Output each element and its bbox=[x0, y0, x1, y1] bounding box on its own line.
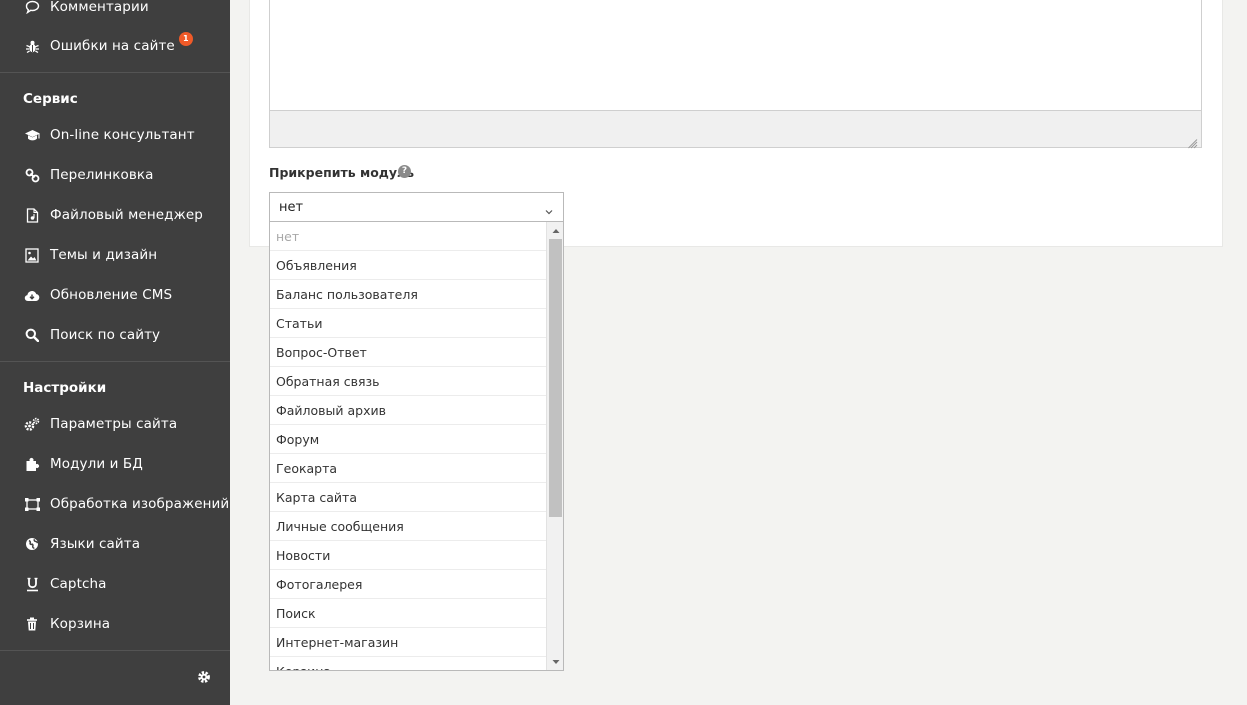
sidebar-item-label: Модули и БД bbox=[50, 456, 143, 472]
sidebar-item-label: Обновление CMS bbox=[50, 287, 173, 303]
dropdown-scrollbar[interactable] bbox=[546, 222, 563, 670]
dropdown-option[interactable]: Форум bbox=[270, 425, 547, 454]
chevron-down-icon bbox=[544, 202, 554, 215]
dropdown-option[interactable]: Поиск bbox=[270, 599, 547, 628]
link-icon bbox=[23, 167, 41, 183]
sidebar-item-site-search[interactable]: Поиск по сайту bbox=[0, 315, 230, 355]
dropdown-option[interactable]: Личные сообщения bbox=[270, 512, 547, 541]
cloud-download-icon bbox=[23, 287, 41, 303]
resize-handle-icon[interactable] bbox=[1188, 134, 1198, 149]
sidebar-item-label: Перелинковка bbox=[50, 167, 154, 183]
dropdown-option[interactable]: Карта сайта bbox=[270, 483, 547, 512]
sidebar-item-site-languages[interactable]: Языки сайта bbox=[0, 524, 230, 564]
section-title-settings: Настройки bbox=[23, 380, 107, 396]
sidebar-item-themes[interactable]: Темы и дизайн bbox=[0, 235, 230, 275]
sidebar-item-image-processing[interactable]: Обработка изображений bbox=[0, 484, 230, 524]
sidebar-item-label: Captcha bbox=[50, 576, 107, 592]
scrollbar-thumb[interactable] bbox=[549, 239, 562, 517]
sidebar-item-captcha[interactable]: Captcha bbox=[0, 564, 230, 604]
attach-module-label: Прикрепить модуль bbox=[269, 165, 415, 180]
dropdown-option[interactable]: Интернет-магазин bbox=[270, 628, 547, 657]
gears-icon bbox=[23, 416, 41, 432]
text-editor[interactable] bbox=[269, 0, 1202, 149]
sidebar-item-label: Поиск по сайту bbox=[50, 327, 161, 343]
search-icon bbox=[23, 327, 41, 343]
puzzle-icon bbox=[23, 456, 41, 472]
dropdown-option[interactable]: Геокарта bbox=[270, 454, 547, 483]
underline-icon bbox=[23, 576, 41, 592]
dropdown-option[interactable]: Файловый архив bbox=[270, 396, 547, 425]
graduation-cap-icon bbox=[23, 127, 41, 143]
dropdown-option[interactable]: Объявления bbox=[270, 251, 547, 280]
dropdown-option[interactable]: Корзина bbox=[270, 657, 547, 671]
scroll-up-arrow-icon[interactable] bbox=[547, 222, 563, 239]
sidebar: Комментарии Ошибки на сайте 1 Сервис On-… bbox=[0, 0, 230, 705]
sidebar-item-label: Ошибки на сайте bbox=[50, 38, 175, 54]
sidebar-item-label: Параметры сайта bbox=[50, 416, 178, 432]
comment-icon bbox=[23, 0, 41, 15]
sidebar-item-linking[interactable]: Перелинковка bbox=[0, 155, 230, 195]
sidebar-item-modules-db[interactable]: Модули и БД bbox=[0, 444, 230, 484]
dropdown-option[interactable]: Вопрос-Ответ bbox=[270, 338, 547, 367]
dropdown-option[interactable]: Фотогалерея bbox=[270, 570, 547, 599]
sidebar-item-comments[interactable]: Комментарии bbox=[0, 0, 230, 27]
bug-icon bbox=[23, 38, 41, 54]
sidebar-item-site-parameters[interactable]: Параметры сайта bbox=[0, 404, 230, 444]
sidebar-item-label: Обработка изображений bbox=[50, 496, 230, 512]
dropdown-option[interactable]: Баланс пользователя bbox=[270, 280, 547, 309]
sidebar-divider bbox=[0, 361, 230, 362]
section-title-service: Сервис bbox=[23, 91, 78, 107]
crop-icon bbox=[23, 496, 41, 512]
dropdown-option[interactable]: Новости bbox=[270, 541, 547, 570]
sidebar-item-site-errors[interactable]: Ошибки на сайте 1 bbox=[0, 26, 230, 66]
error-count-badge: 1 bbox=[178, 32, 193, 46]
trash-icon bbox=[23, 616, 41, 632]
sidebar-divider bbox=[0, 72, 230, 73]
sidebar-item-file-manager[interactable]: Файловый менеджер bbox=[0, 195, 230, 235]
editor-status-bar bbox=[270, 110, 1201, 149]
sidebar-item-cms-update[interactable]: Обновление CMS bbox=[0, 275, 230, 315]
sidebar-item-label: Комментарии bbox=[50, 0, 149, 15]
select-value: нет bbox=[279, 199, 304, 215]
dropdown-option[interactable]: Обратная связь bbox=[270, 367, 547, 396]
globe-icon bbox=[23, 536, 41, 552]
sidebar-item-label: Темы и дизайн bbox=[50, 247, 158, 263]
dropdown-option[interactable]: Статьи bbox=[270, 309, 547, 338]
image-icon bbox=[23, 247, 41, 263]
sidebar-item-label: Файловый менеджер bbox=[50, 207, 203, 223]
dropdown-option: нет bbox=[270, 222, 547, 251]
gear-icon[interactable] bbox=[197, 669, 213, 685]
scroll-down-arrow-icon[interactable] bbox=[547, 653, 563, 670]
module-dropdown-list: нет Объявления Баланс пользователя Стать… bbox=[269, 221, 564, 671]
question-circle-icon[interactable]: ? bbox=[398, 165, 411, 178]
sidebar-item-online-consultant[interactable]: On-line консультант bbox=[0, 115, 230, 155]
attach-module-select[interactable]: нет bbox=[269, 192, 564, 222]
sidebar-item-trash[interactable]: Корзина bbox=[0, 604, 230, 644]
sidebar-divider bbox=[0, 650, 230, 651]
sidebar-item-label: Корзина bbox=[50, 616, 111, 632]
sidebar-item-label: Языки сайта bbox=[50, 536, 141, 552]
sidebar-item-label: On-line консультант bbox=[50, 127, 195, 143]
file-icon bbox=[23, 207, 41, 223]
